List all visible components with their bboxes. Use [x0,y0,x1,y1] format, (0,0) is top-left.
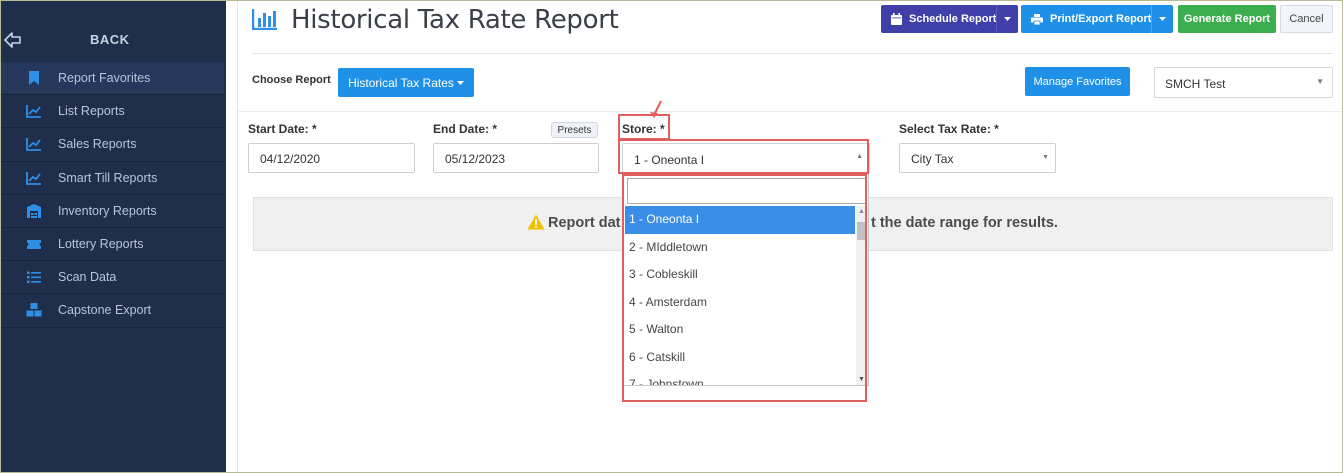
sidebar-item-capstone-export[interactable]: Capstone Export [0,294,224,328]
bookmark-icon [29,71,39,85]
toolbar-divider [238,111,1343,112]
store-option[interactable]: 2 - MIddletown [625,234,855,262]
schedule-report-button[interactable]: Schedule Report [881,5,1018,33]
company-select-value: SMCH Test [1165,77,1226,91]
sidebar-item-report-favorites[interactable]: Report Favorites [0,62,224,96]
content-border [237,0,238,473]
page-title: Historical Tax Rate Report [291,5,619,35]
end-date-input[interactable]: 05/12/2023 [433,143,599,173]
sidebar-item-label: Smart Till Reports [58,170,158,185]
sidebar-nav: Report Favorites List Reports Sales Repo… [0,62,224,328]
print-icon [1031,13,1043,25]
sidebar-item-list-reports[interactable]: List Reports [0,95,224,129]
generate-report-button[interactable]: Generate Report [1178,5,1276,33]
caret-down-icon [1004,17,1011,21]
header-divider [252,53,1333,54]
cancel-button[interactable]: Cancel [1280,5,1333,33]
sidebar-item-label: Lottery Reports [58,237,144,252]
store-option[interactable]: 4 - Amsterdam [625,289,855,317]
print-export-label: Print/Export Report [1050,13,1152,25]
boxes-icon [26,303,42,317]
warning-icon [527,214,545,230]
info-message-left: Report dat [548,215,621,231]
sidebar-item-label: Scan Data [58,270,117,285]
schedule-report-label: Schedule Report [909,13,997,25]
trend-chart-icon [26,105,41,119]
store-search-input[interactable] [627,178,867,204]
report-type-dropdown-button[interactable]: Historical Tax Rates [338,68,474,97]
scroll-down-icon[interactable]: ▼ [858,376,865,383]
caret-down-icon: ▼ [1042,154,1049,161]
tax-rate-value: City Tax [911,152,954,166]
schedule-dropdown-caret[interactable] [996,5,1018,33]
caret-down-icon [456,80,464,85]
back-arrow-icon [4,32,21,48]
bar-chart-icon [252,9,277,30]
back-label: BACK [90,32,130,47]
store-option[interactable]: 6 - Catskill [625,344,855,372]
tax-rate-select[interactable]: City Tax ▼ [899,143,1056,173]
store-option[interactable]: 1 - Oneonta I [625,206,855,234]
sidebar-item-inventory-reports[interactable]: Inventory Reports [0,195,224,228]
back-button[interactable]: BACK [0,22,224,62]
annotation-arrow-icon [650,100,662,118]
store-option[interactable]: 3 - Cobleskill [625,261,855,289]
sidebar: BACK Report Favorites List Reports Sales… [0,0,226,473]
sidebar-item-scan-data[interactable]: Scan Data [0,261,224,295]
calendar-icon [891,13,902,25]
store-options-list: 1 - Oneonta I 2 - MIddletown 3 - Coblesk… [625,206,855,385]
sidebar-item-label: Report Favorites [58,71,151,86]
sidebar-item-label: List Reports [58,104,125,119]
end-date-label: End Date: * [433,122,498,136]
choose-report-label: Choose Report [252,74,331,86]
ticket-icon [27,239,41,249]
presets-button[interactable]: Presets [551,122,598,138]
scrollbar-thumb[interactable] [857,222,867,240]
start-date-label: Start Date: * [248,122,317,136]
start-date-input[interactable]: 04/12/2020 [248,143,415,173]
dropdown-scrollbar[interactable]: ▲ ▼ [856,206,868,385]
print-export-button[interactable]: Print/Export Report [1021,5,1173,33]
store-option[interactable]: 5 - Walton [625,316,855,344]
store-select-value: 1 - Oneonta I [634,153,705,167]
store-option[interactable]: 7 - Johnstown [625,371,855,385]
sidebar-item-label: Inventory Reports [58,203,157,218]
company-select[interactable]: SMCH Test ▼ [1154,67,1333,98]
trend-chart-icon [26,138,41,152]
caret-down-icon: ▼ [1316,77,1324,86]
print-dropdown-caret[interactable] [1151,5,1173,33]
warehouse-icon [27,203,41,218]
info-message-right: t the date range for results. [871,215,1058,231]
list-icon [27,271,41,284]
tax-rate-label: Select Tax Rate: * [899,122,999,136]
trend-chart-icon [26,171,41,185]
caret-up-icon: ▲ [856,153,863,160]
caret-down-icon [1159,17,1166,21]
store-label: Store: * [622,122,665,136]
sidebar-item-label: Sales Reports [58,137,137,152]
store-select[interactable]: 1 - Oneonta I ▲ [622,143,870,173]
sidebar-item-label: Capstone Export [58,303,152,318]
report-type-label: Historical Tax Rates [348,75,454,90]
manage-favorites-button[interactable]: Manage Favorites [1025,67,1130,96]
store-dropdown: 1 - Oneonta I 2 - MIddletown 3 - Coblesk… [623,172,869,386]
sidebar-item-lottery-reports[interactable]: Lottery Reports [0,228,224,262]
sidebar-item-smart-till-reports[interactable]: Smart Till Reports [0,162,224,195]
scroll-up-icon[interactable]: ▲ [858,208,865,215]
sidebar-item-sales-reports[interactable]: Sales Reports [0,128,224,162]
